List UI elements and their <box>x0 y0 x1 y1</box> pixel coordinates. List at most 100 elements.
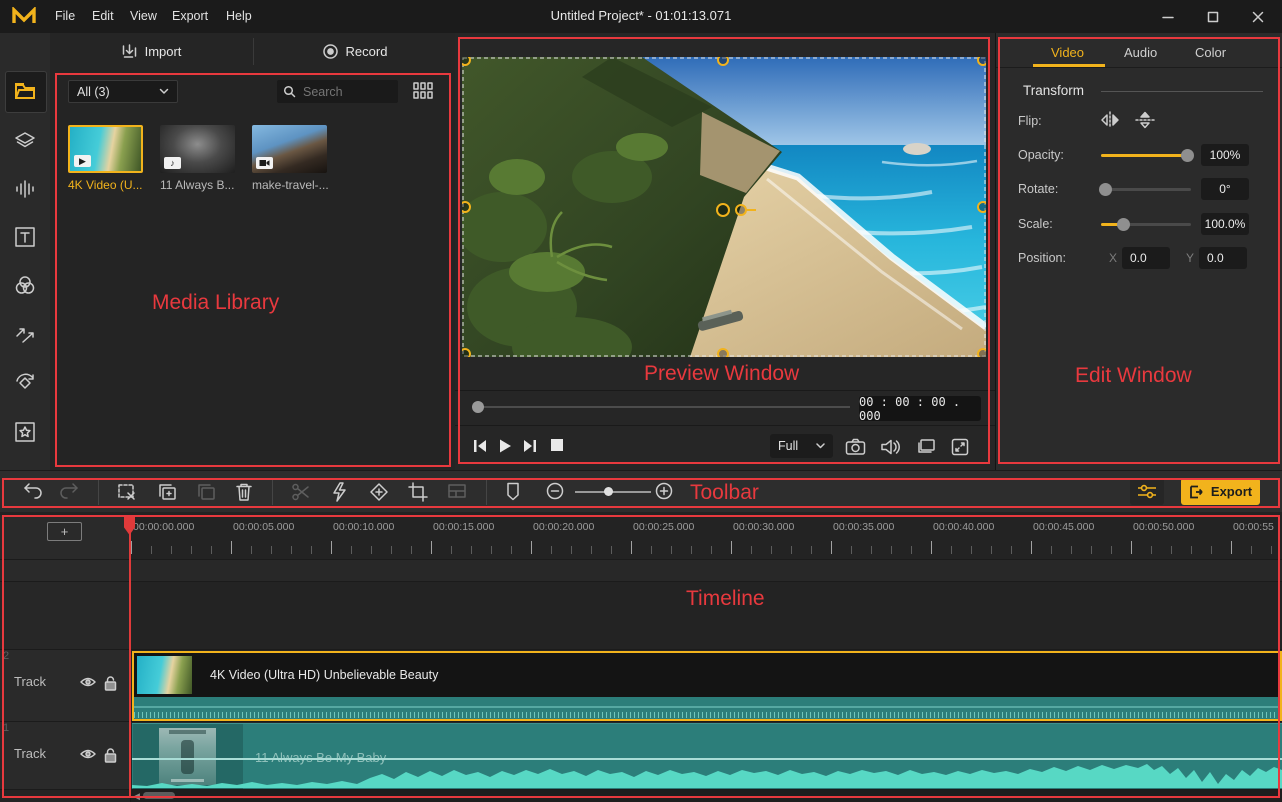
library-filter-dropdown[interactable]: All (3) <box>68 80 178 103</box>
track-visibility-eye-icon[interactable] <box>80 748 96 762</box>
media-item-4k-video[interactable]: ▶ 4K Video (U... <box>68 125 144 192</box>
redo-icon[interactable] <box>60 482 80 502</box>
track-visibility-eye-icon[interactable] <box>80 676 96 690</box>
snapshot-camera-icon[interactable] <box>845 438 865 458</box>
position-y-label: Y <box>1186 251 1194 265</box>
track-1-header[interactable]: 1 Track <box>0 722 131 789</box>
timeline-zoom-slider-thumb[interactable] <box>604 487 613 496</box>
preview-video-frame[interactable] <box>462 57 986 357</box>
preview-transport-row: Full <box>455 425 995 471</box>
tab-color[interactable]: Color <box>1195 45 1226 60</box>
opacity-label: Opacity: <box>1018 148 1064 162</box>
seek-slider-thumb[interactable] <box>472 401 484 413</box>
overlays-layers-icon[interactable] <box>13 129 37 153</box>
play-icon[interactable] <box>497 438 517 458</box>
timeline-empty-strip[interactable] <box>0 560 1282 582</box>
effects-icon[interactable] <box>13 420 37 444</box>
export-label: Export <box>1211 484 1252 499</box>
opacity-slider[interactable] <box>1101 154 1191 157</box>
audio-waveform-icon[interactable] <box>13 177 37 201</box>
position-x-label: X <box>1109 251 1117 265</box>
scale-slider[interactable] <box>1101 223 1191 226</box>
speaker-icon[interactable] <box>880 438 900 458</box>
clip-volume-line[interactable] <box>132 758 1282 760</box>
stop-icon[interactable] <box>550 438 570 458</box>
close-button[interactable] <box>1238 0 1278 33</box>
preview-zoom-dropdown[interactable]: Full <box>770 434 833 458</box>
ruler-header: + <box>0 515 131 559</box>
zoom-in-icon[interactable] <box>655 482 675 502</box>
title-bar: File Edit View Export Help Untitled Proj… <box>0 0 1282 34</box>
timeline-annotation: Timeline <box>686 587 765 611</box>
transitions-icon[interactable] <box>13 322 37 346</box>
video-clip[interactable]: 4K Video (Ultra HD) Unbelievable Beauty <box>132 651 1282 721</box>
ruler-label: 00:00:10.000 <box>333 521 394 533</box>
flip-label: Flip: <box>1018 114 1042 128</box>
audio-clip[interactable]: 11 Always Be My Baby <box>132 723 1282 789</box>
track-lock-icon[interactable] <box>104 748 120 762</box>
position-x-input[interactable]: 0.0 <box>1122 247 1170 269</box>
tab-audio[interactable]: Audio <box>1124 45 1157 60</box>
zoom-out-icon[interactable] <box>546 482 566 502</box>
tab-video[interactable]: Video <box>1051 45 1084 60</box>
split-scissors-icon[interactable] <box>291 482 311 502</box>
search-box[interactable] <box>277 80 398 103</box>
add-track-button[interactable]: + <box>47 522 82 541</box>
paste-icon[interactable] <box>196 482 216 502</box>
track-lock-icon[interactable] <box>104 676 120 690</box>
clip-volume-line[interactable] <box>134 706 1280 708</box>
flip-horizontal-icon[interactable] <box>1099 111 1121 129</box>
opacity-value[interactable]: 100% <box>1201 144 1249 166</box>
divider <box>996 67 1282 68</box>
dual-display-icon[interactable] <box>916 438 936 458</box>
media-folder-icon[interactable] <box>13 79 37 103</box>
add-keyframe-icon[interactable] <box>369 482 389 502</box>
rotate-value[interactable]: 0° <box>1201 178 1249 200</box>
delete-trash-icon[interactable] <box>235 482 255 502</box>
record-button[interactable]: Record <box>254 33 455 70</box>
library-top-buttons: Import Record <box>50 33 455 71</box>
filters-icon[interactable] <box>13 273 37 297</box>
scale-value[interactable]: 100.0% <box>1201 213 1249 235</box>
ruler-label: 00:00:40.000 <box>933 521 994 533</box>
clip-title: 4K Video (Ultra HD) Unbelievable Beauty <box>210 668 438 682</box>
auto-enhance-icon[interactable] <box>331 482 351 502</box>
minimize-button[interactable] <box>1148 0 1188 33</box>
scroll-left-arrow-icon[interactable]: ◀ <box>133 791 140 802</box>
flip-vertical-icon[interactable] <box>1134 111 1156 129</box>
timeline-ruler-row: + 00:00:00.000 00:00:05.000 00:00:10.000… <box>0 515 1282 560</box>
duplicate-icon[interactable] <box>157 482 177 502</box>
cut-selection-icon[interactable] <box>117 482 137 502</box>
timeline-panel: + 00:00:00.000 00:00:05.000 00:00:10.000… <box>0 512 1282 802</box>
playhead-line[interactable] <box>129 515 131 798</box>
media-item-travel[interactable]: make-travel-... <box>252 125 328 192</box>
next-frame-icon[interactable] <box>522 438 542 458</box>
undo-icon[interactable] <box>22 482 42 502</box>
search-input[interactable] <box>301 84 390 100</box>
timeline-empty-track[interactable] <box>0 582 1282 650</box>
ruler-label: 00:00:25.000 <box>633 521 694 533</box>
ruler-major-ticks[interactable] <box>131 541 1282 554</box>
arrange-icon[interactable] <box>447 482 467 502</box>
ruler-label: 00:00:45.000 <box>1033 521 1094 533</box>
position-y-input[interactable]: 0.0 <box>1199 247 1247 269</box>
fullscreen-icon[interactable] <box>951 438 971 458</box>
media-item-audio[interactable]: ♪ 11 Always B... <box>160 125 236 192</box>
text-tool-icon[interactable] <box>13 225 37 249</box>
toolbar-divider <box>98 479 99 505</box>
scrollbar-thumb[interactable] <box>143 792 175 799</box>
behaviors-icon[interactable] <box>13 371 37 395</box>
timeline-zoom-slider-track[interactable] <box>575 491 651 493</box>
maximize-button[interactable] <box>1193 0 1233 33</box>
marker-icon[interactable] <box>506 482 526 502</box>
grid-view-icon[interactable] <box>413 82 434 99</box>
crop-icon[interactable] <box>408 482 428 502</box>
media-item-label: 4K Video (U... <box>68 178 144 192</box>
import-button[interactable]: Import <box>50 33 252 70</box>
previous-frame-icon[interactable] <box>472 438 492 458</box>
track-2-header[interactable]: 2 Track <box>0 650 131 721</box>
export-button[interactable]: Export <box>1181 478 1260 505</box>
project-settings-button[interactable] <box>1130 478 1164 505</box>
seek-slider-track[interactable] <box>478 406 850 408</box>
rotate-slider[interactable] <box>1101 188 1191 191</box>
